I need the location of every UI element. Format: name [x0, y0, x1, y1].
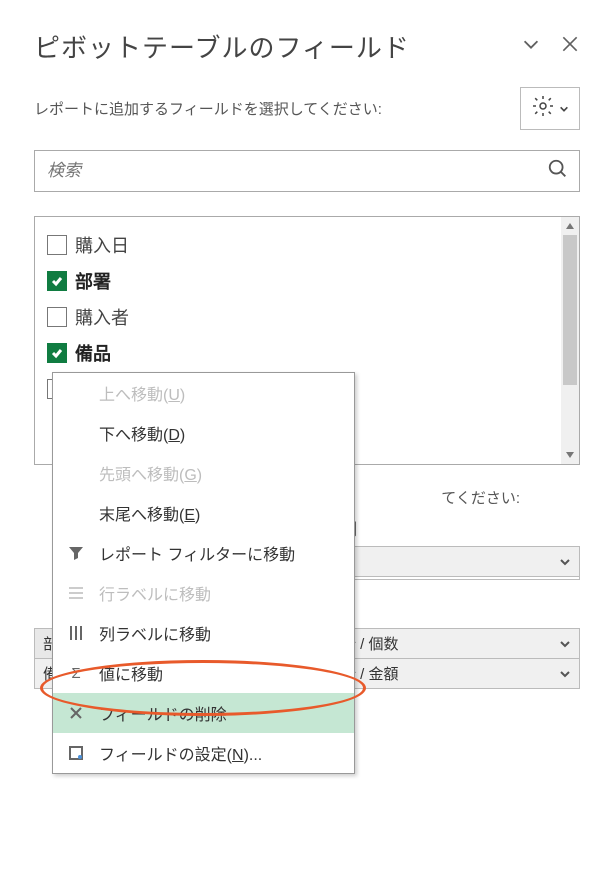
cols-icon — [67, 624, 85, 642]
subheader-label: レポートに追加するフィールドを選択してください: — [34, 98, 382, 119]
ctx-label: 上へ移動(U) — [99, 381, 185, 405]
ctx-label: 値に移動 — [99, 661, 163, 685]
ctx-item-5: 行ラベルに移動 — [53, 573, 354, 613]
search-input[interactable] — [45, 160, 547, 182]
scroll-down-icon[interactable] — [561, 446, 579, 464]
ctx-label: 下へ移動(D) — [99, 421, 185, 445]
ctx-label: 末尾へ移動(E) — [99, 501, 200, 525]
ctx-item-3[interactable]: 末尾へ移動(E) — [53, 493, 354, 533]
ctx-item-6[interactable]: 列ラベルに移動 — [53, 613, 354, 653]
search-box[interactable] — [34, 150, 580, 192]
field-item-1[interactable]: 部署 — [43, 263, 571, 299]
field-item-3[interactable]: 備品 — [43, 335, 571, 371]
field-name: 備品 — [75, 340, 111, 366]
ctx-item-7[interactable]: Σ 値に移動 — [53, 653, 354, 693]
ctx-item-9[interactable]: フィールドの設定(N)... — [53, 733, 354, 773]
field-checkbox[interactable] — [47, 235, 67, 255]
columns-area-header: 列 — [317, 516, 580, 546]
field-checkbox[interactable] — [47, 271, 67, 291]
x-icon — [67, 704, 85, 722]
close-icon[interactable] — [560, 34, 580, 59]
blank-icon — [67, 504, 85, 522]
area-chip-vals-1[interactable]: 合計 / 金額 — [317, 658, 580, 689]
ctx-label: 先頭へ移動(G) — [99, 461, 202, 485]
ctx-label: 列ラベルに移動 — [99, 621, 211, 645]
ctx-item-2: 先頭へ移動(G) — [53, 453, 354, 493]
blank-icon — [67, 424, 85, 442]
chevron-down-icon[interactable] — [559, 556, 571, 568]
collapse-icon[interactable] — [520, 33, 542, 60]
chevron-down-icon[interactable] — [559, 638, 571, 650]
subheader-row: レポートに追加するフィールドを選択してください: — [34, 87, 580, 130]
field-checkbox[interactable] — [47, 307, 67, 327]
dropdown-caret-icon — [559, 104, 569, 114]
field-name: 購入者 — [75, 304, 129, 330]
ctx-label: 行ラベルに移動 — [99, 581, 211, 605]
field-name: 購入日 — [75, 232, 129, 258]
settings-icon — [67, 744, 85, 762]
field-item-2[interactable]: 購入者 — [43, 299, 571, 335]
chevron-down-icon[interactable] — [559, 668, 571, 680]
scrollbar[interactable] — [561, 217, 579, 464]
rows-icon — [67, 584, 85, 602]
field-checkbox[interactable] — [47, 343, 67, 363]
context-menu: 上へ移動(U) 下へ移動(D) 先頭へ移動(G) 末尾へ移動(E) レポート フィルター… — [52, 372, 355, 774]
ctx-label: レポート フィルターに移動 — [99, 541, 295, 565]
search-icon[interactable] — [547, 158, 569, 185]
ctx-item-0: 上へ移動(U) — [53, 373, 354, 413]
values-area-header: Σ 値 — [317, 598, 580, 628]
filter-icon — [67, 544, 85, 562]
field-name: 部署 — [75, 268, 111, 294]
gear-icon — [531, 94, 555, 123]
pane-header: ピボットテーブルのフィールド — [34, 28, 580, 79]
tools-button[interactable] — [520, 87, 580, 130]
scroll-up-icon[interactable] — [561, 217, 579, 235]
sigma-icon: Σ — [67, 664, 85, 682]
blank-icon — [67, 464, 85, 482]
ctx-item-4[interactable]: レポート フィルターに移動 — [53, 533, 354, 573]
blank-icon — [67, 384, 85, 402]
values-area[interactable]: 合計 / 個数 合計 / 金額 — [317, 628, 580, 689]
scrollbar-thumb[interactable] — [563, 235, 577, 385]
ctx-label: フィールドの設定(N)... — [99, 741, 262, 765]
area-chip-cols-0[interactable]: Σ 値 — [317, 546, 580, 577]
columns-area[interactable]: Σ 値 — [317, 546, 580, 580]
field-item-0[interactable]: 購入日 — [43, 227, 571, 263]
ctx-item-8[interactable]: フィールドの削除 — [53, 693, 354, 733]
area-chip-vals-0[interactable]: 合計 / 個数 — [317, 628, 580, 659]
pane-title: ピボットテーブルのフィールド — [34, 28, 410, 65]
ctx-label: フィールドの削除 — [99, 701, 227, 725]
ctx-item-1[interactable]: 下へ移動(D) — [53, 413, 354, 453]
